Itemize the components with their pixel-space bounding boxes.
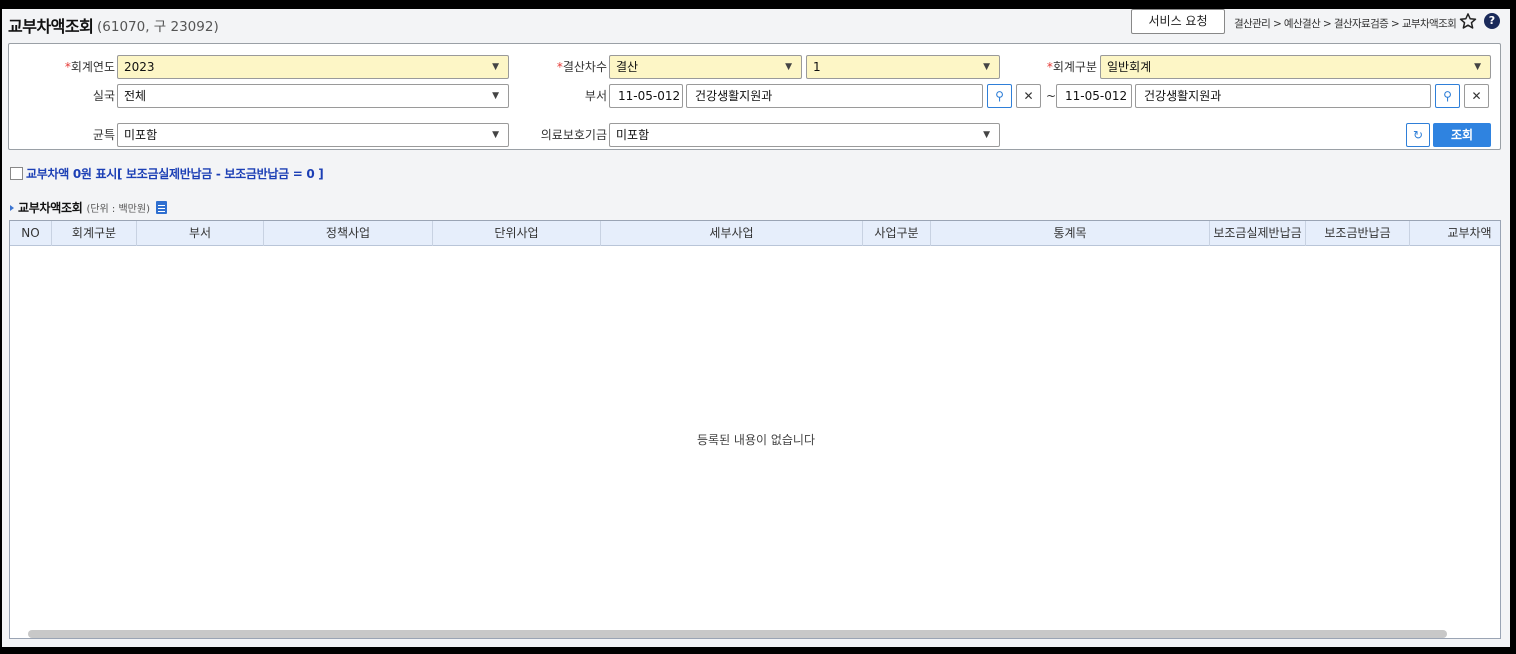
dept-from-name-input[interactable]: 건강생활지원과 xyxy=(686,84,983,108)
bullet-icon xyxy=(10,204,14,211)
empty-message: 등록된 내용이 없습니다 xyxy=(696,433,816,447)
zero-diff-option[interactable]: 교부차액 0원 표시[ 보조금실제반납금 - 보조금반납금 = 0 ] xyxy=(10,165,324,181)
chevron-down-icon: ▼ xyxy=(492,130,499,140)
chevron-down-icon: ▼ xyxy=(492,62,499,72)
county-label: 균특 xyxy=(92,128,115,142)
chevron-down-icon: ▼ xyxy=(1474,62,1481,72)
settle-round-no-select[interactable]: 1 ▼ xyxy=(806,55,1000,79)
dept-to-clear-icon[interactable]: ✕ xyxy=(1464,84,1489,108)
star-icon[interactable] xyxy=(1459,12,1477,30)
result-grid: NO 회계구분 부서 정책사업 단위사업 세부사업 사업구분 통계목 보조금실제반납금 보조금반납… xyxy=(9,220,1501,639)
search-panel: *회계연도 2023 ▼ *결산차수 결산 ▼ 1 ▼ *회계구분 일반회계 ▼ 실국 … xyxy=(8,43,1501,150)
section-title: 교부차액조회 xyxy=(18,201,83,215)
dept-from-search-icon[interactable]: ⚲ xyxy=(987,84,1012,108)
medical-fund-label: 의료보호기금 xyxy=(540,128,607,142)
column-header[interactable]: 통계목 xyxy=(931,221,1210,246)
account-type-select[interactable]: 일반회계 ▼ xyxy=(1100,55,1491,79)
title-bar: 교부차액조회 (61070, 구 23092) 서비스 요청 결산관리 > 예산… xyxy=(2,9,1510,39)
excel-download-icon[interactable] xyxy=(155,201,167,214)
column-header[interactable]: 부서 xyxy=(137,221,264,246)
chevron-down-icon: ▼ xyxy=(983,130,990,140)
zero-diff-checkbox[interactable] xyxy=(10,167,23,180)
column-header[interactable]: 세부사업 xyxy=(601,221,863,246)
section-header: 교부차액조회 (단위 : 백만원) xyxy=(10,199,167,216)
page-code: (61070, 구 23092) xyxy=(97,19,219,35)
dept-to-code-input[interactable]: 11-05-012 xyxy=(1056,84,1132,108)
column-header[interactable]: 정책사업 xyxy=(264,221,433,246)
page-title: 교부차액조회 xyxy=(8,17,94,36)
county-select[interactable]: 미포함 ▼ xyxy=(117,123,509,147)
settle-round-type-select[interactable]: 결산 ▼ xyxy=(609,55,802,79)
settle-round-label: *결산차수 xyxy=(556,60,607,74)
column-header[interactable]: 사업구분 xyxy=(863,221,931,246)
column-header[interactable]: 교부차액 xyxy=(1410,221,1500,246)
breadcrumb: 결산관리 > 예산결산 > 결산자료검증 > 교부차액조회 xyxy=(1234,18,1457,30)
dept-to-name-input[interactable]: 건강생활지원과 xyxy=(1135,84,1431,108)
fiscal-year-select[interactable]: 2023 ▼ xyxy=(117,55,509,79)
section-unit: (단위 : 백만원) xyxy=(86,204,150,215)
fiscal-year-label: *회계연도 xyxy=(64,60,115,74)
office-select[interactable]: 전체 ▼ xyxy=(117,84,509,108)
page: 교부차액조회 (61070, 구 23092) 서비스 요청 결산관리 > 예산… xyxy=(2,9,1510,647)
column-header[interactable]: 보조금반납금 xyxy=(1306,221,1410,246)
office-label: 실국 xyxy=(92,89,115,103)
service-request-button[interactable]: 서비스 요청 xyxy=(1131,9,1225,34)
horizontal-scrollbar[interactable] xyxy=(28,630,1447,638)
range-tilde: ~ xyxy=(1046,89,1057,103)
column-header[interactable]: 회계구분 xyxy=(52,221,137,246)
medical-fund-select[interactable]: 미포함 ▼ xyxy=(609,123,1000,147)
account-type-label: *회계구분 xyxy=(1046,60,1097,74)
dept-from-clear-icon[interactable]: ✕ xyxy=(1016,84,1041,108)
column-header[interactable]: 보조금실제반납금 xyxy=(1210,221,1306,246)
grid-header: NO 회계구분 부서 정책사업 단위사업 세부사업 사업구분 통계목 보조금실제반납금 보조금반납… xyxy=(10,221,1500,246)
column-header[interactable]: NO xyxy=(10,221,52,246)
dept-label: 부서 xyxy=(584,89,607,103)
chevron-down-icon: ▼ xyxy=(492,91,499,101)
help-icon[interactable]: ? xyxy=(1484,13,1500,29)
chevron-down-icon: ▼ xyxy=(983,62,990,72)
reset-icon[interactable]: ↻ xyxy=(1406,123,1430,147)
chevron-down-icon: ▼ xyxy=(785,62,792,72)
dept-to-search-icon[interactable]: ⚲ xyxy=(1435,84,1460,108)
column-header[interactable]: 단위사업 xyxy=(433,221,601,246)
dept-from-code-input[interactable]: 11-05-012 xyxy=(609,84,683,108)
zero-diff-checkbox-label: 교부차액 0원 표시[ 보조금실제반납금 - 보조금반납금 = 0 ] xyxy=(26,167,324,181)
query-button[interactable]: 조회 xyxy=(1433,123,1491,147)
